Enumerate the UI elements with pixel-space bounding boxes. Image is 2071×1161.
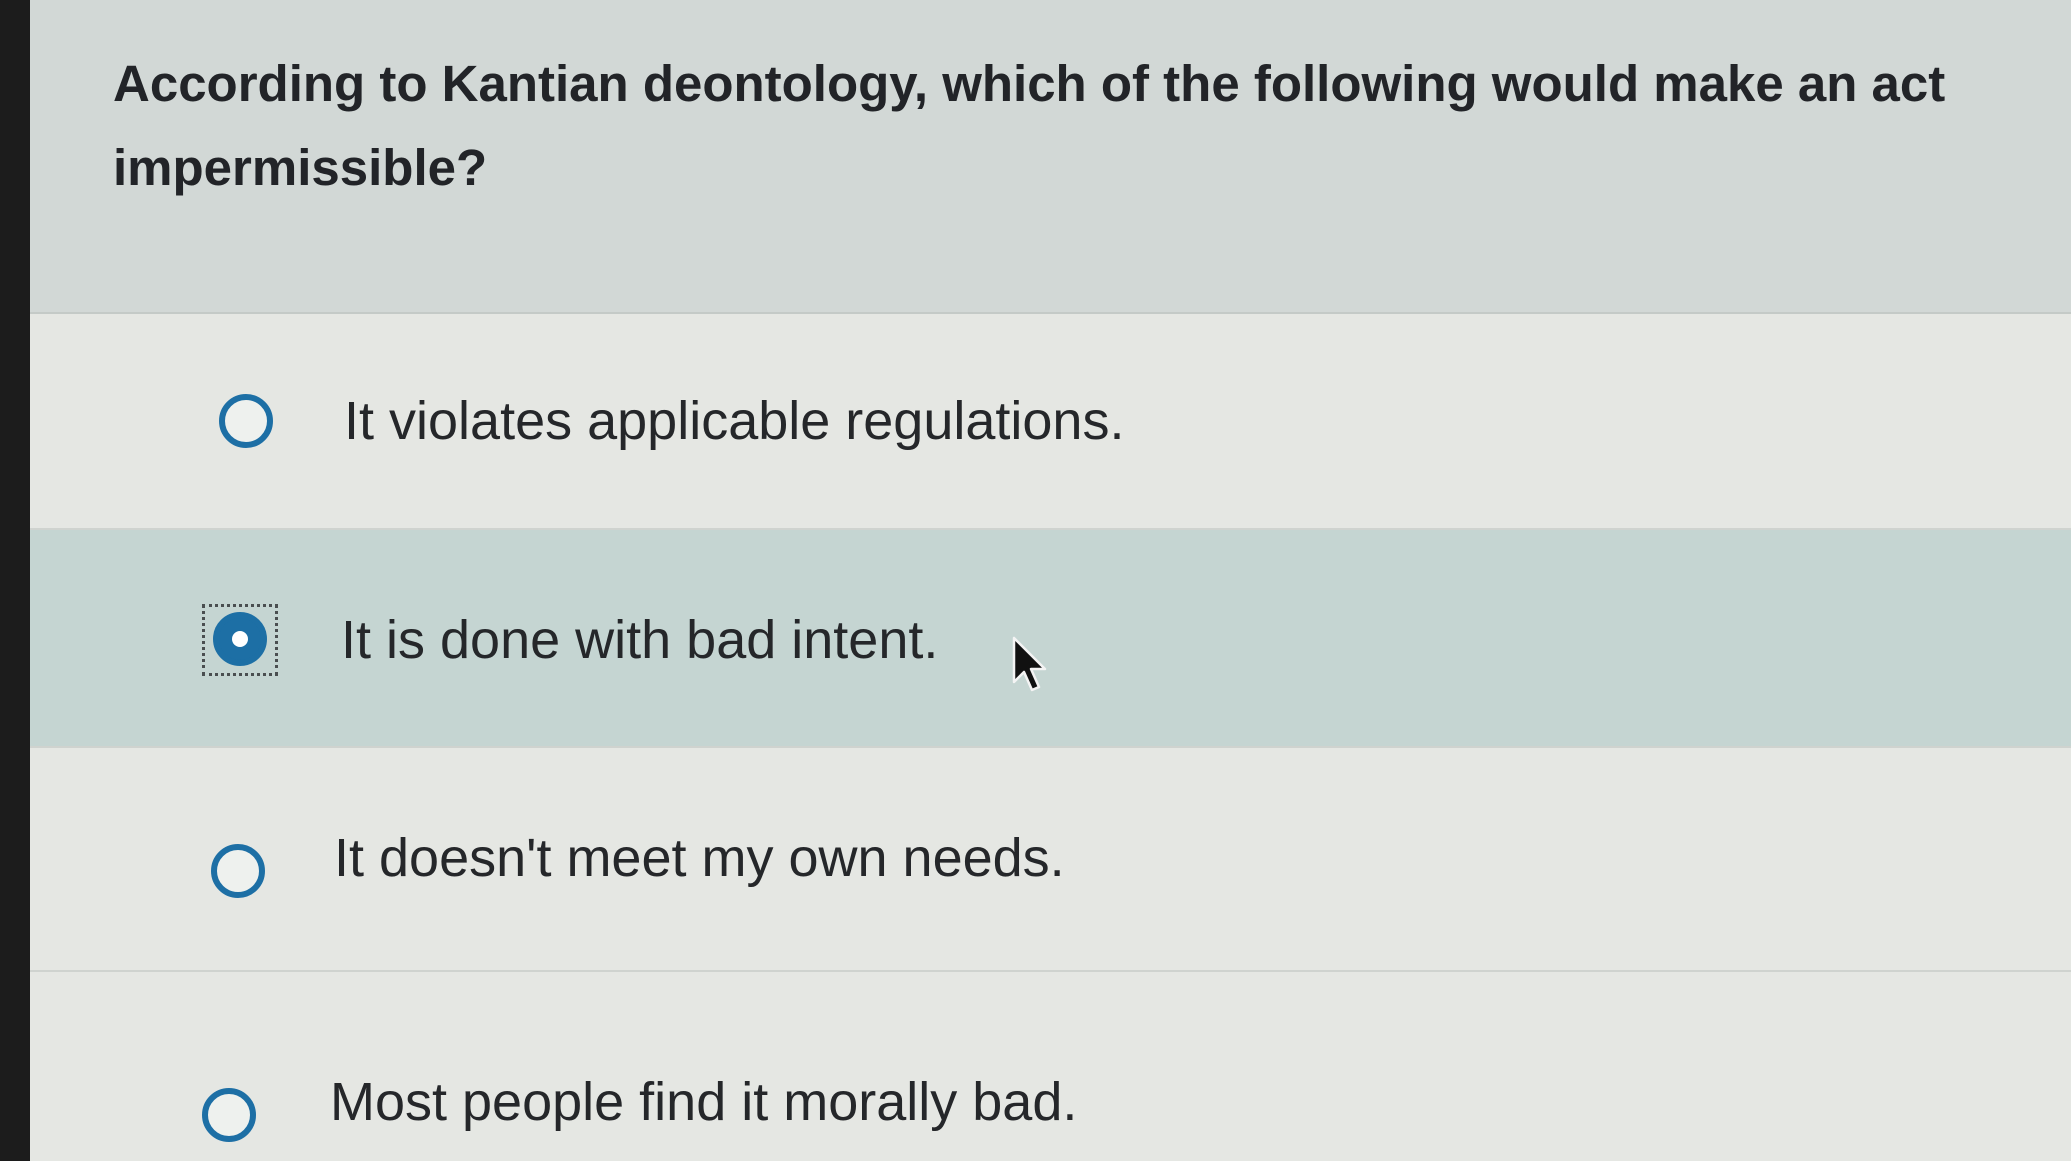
- radio-button-2[interactable]: [213, 612, 267, 666]
- radio-button-3[interactable]: [211, 844, 265, 898]
- answer-option-2-label[interactable]: It is done with bad intent.: [341, 610, 938, 670]
- screen: According to Kantian deontology, which o…: [0, 0, 2071, 1161]
- answer-option-4[interactable]: Most people find it morally bad.: [30, 972, 2071, 1161]
- question-header: According to Kantian deontology, which o…: [30, 0, 2071, 314]
- radio-button-4[interactable]: [202, 1088, 256, 1142]
- answer-option-4-label[interactable]: Most people find it morally bad.: [330, 1072, 1077, 1132]
- answer-option-1[interactable]: It violates applicable regulations.: [30, 314, 2071, 530]
- answer-option-2[interactable]: It is done with bad intent.: [30, 530, 2071, 748]
- question-text: According to Kantian deontology, which o…: [113, 55, 1946, 196]
- answer-option-3-label[interactable]: It doesn't meet my own needs.: [334, 828, 1065, 888]
- mouse-pointer-icon: [1012, 636, 1047, 692]
- answer-option-3[interactable]: It doesn't meet my own needs.: [30, 748, 2071, 972]
- quiz-panel: According to Kantian deontology, which o…: [30, 0, 2071, 1161]
- radio-button-1[interactable]: [219, 394, 273, 448]
- answer-option-1-label[interactable]: It violates applicable regulations.: [344, 391, 1124, 451]
